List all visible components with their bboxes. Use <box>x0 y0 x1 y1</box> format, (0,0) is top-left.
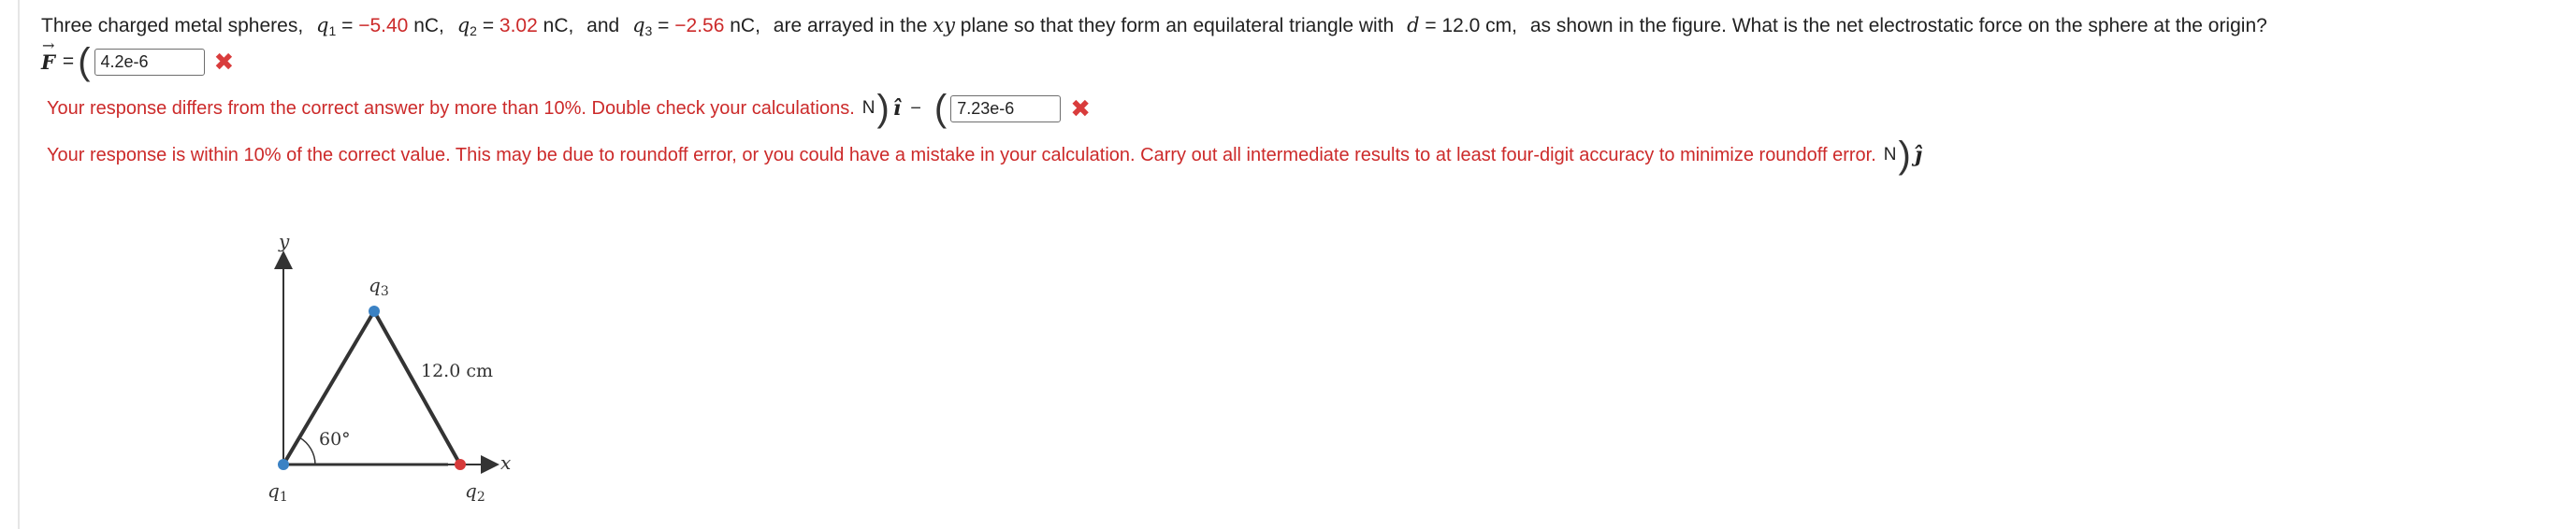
incorrect-x-icon: ✖ <box>213 48 235 76</box>
vector-arrow-icon: → <box>42 36 55 54</box>
x-feedback-message: Your response differs from the correct a… <box>47 97 855 119</box>
problem-container: Three charged metal spheres, q1 = −5.40 … <box>41 0 2576 529</box>
plane-variable: xy <box>933 14 955 36</box>
q1-dot <box>278 459 289 470</box>
q2-unit: nC, <box>543 15 574 36</box>
q3-label: q3 <box>369 274 389 299</box>
y-feedback-message: Your response is within 10% of the corre… <box>47 144 1876 165</box>
close-paren-x: ) <box>876 88 890 129</box>
q1-variable: q <box>316 14 329 36</box>
i-hat-symbol: î <box>892 96 902 121</box>
y-unit: N <box>1883 145 1897 164</box>
q1-unit: nC, <box>413 15 444 36</box>
q2-value: 3.02 <box>499 15 538 36</box>
d-value: = 12.0 cm, <box>1425 15 1518 36</box>
close-paren-y: ) <box>1898 135 1911 176</box>
triangle-side-right <box>372 310 462 465</box>
force-equals: = <box>62 50 75 72</box>
x-feedback-row: Your response differs from the correct a… <box>47 90 1091 127</box>
q3-variable: q <box>632 14 645 36</box>
angle-label: 60° <box>319 429 351 450</box>
q3-dot <box>369 306 380 317</box>
triangle-diagram: y x q3 q1 q2 12.0 cm 60° <box>268 230 511 505</box>
and-text: and <box>586 15 620 36</box>
q2-equals: = <box>482 15 495 36</box>
angle-arc <box>298 436 316 465</box>
q1-equals: = <box>341 15 354 36</box>
question-intro: Three charged metal spheres, <box>41 15 304 36</box>
q3-equals: = <box>658 15 670 36</box>
d-variable: d <box>1407 14 1420 36</box>
j-hat-symbol: ĵ <box>1914 143 1922 167</box>
q2-dot <box>455 459 466 470</box>
question-end: as shown in the figure. What is the net … <box>1529 15 2267 36</box>
x-component-input[interactable] <box>94 48 205 76</box>
y-component-input[interactable] <box>950 94 1062 122</box>
minus-sign: − <box>910 97 921 119</box>
force-answer-row: → F = ( ✖ <box>41 36 235 82</box>
q2-label: q2 <box>465 479 485 505</box>
q3-value: −2.56 <box>674 15 725 36</box>
incorrect-y-icon: ✖ <box>1070 94 1092 122</box>
y-feedback-row: Your response is within 10% of the corre… <box>47 136 1922 174</box>
q3-subscript: 3 <box>644 23 653 38</box>
x-unit: N <box>861 98 876 118</box>
q1-subscript: 1 <box>328 23 337 38</box>
open-paren-x: ( <box>78 41 91 82</box>
x-axis-label: x <box>500 451 511 474</box>
question-mid: are arrayed in the <box>773 15 928 36</box>
question-text: Three charged metal spheres, q1 = −5.40 … <box>41 12 2267 40</box>
left-border <box>18 0 20 529</box>
q3-unit: nC, <box>730 15 760 36</box>
side-length-label: 12.0 cm <box>421 361 493 381</box>
q1-value: −5.40 <box>358 15 409 36</box>
q1-label: q1 <box>268 479 288 505</box>
question-mid2: plane so that they form an equilateral t… <box>960 15 1395 36</box>
force-vector-symbol: → F <box>41 36 55 74</box>
q2-subscript: 2 <box>470 23 477 38</box>
q2-variable: q <box>456 14 470 36</box>
triangle-figure: y x q3 q1 q2 12.0 cm 60° <box>210 224 537 523</box>
open-paren-y: ( <box>933 88 948 129</box>
y-axis-label: y <box>278 230 290 252</box>
